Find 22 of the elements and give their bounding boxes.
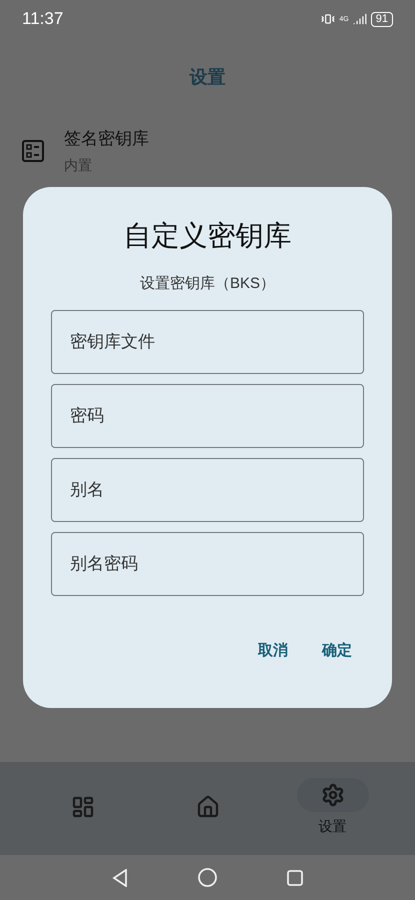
dialog-button[interactable]: 取消 [246,632,300,670]
back-icon[interactable] [112,868,128,886]
settings-icon [320,783,344,807]
input-field[interactable]: 别名 [51,458,364,522]
signal-icon [352,12,367,26]
recents-icon[interactable] [287,870,303,886]
input-field[interactable]: 密钥库文件 [51,310,364,374]
setting-value: 内置 [64,156,93,176]
home-icon [196,795,220,819]
input-field[interactable]: 别名密码 [51,532,364,596]
list-icon [22,140,44,162]
battery-level: 91 [370,12,393,26]
dialog-title: 自定义密钥库 [124,219,292,253]
dialog-button[interactable]: 确定 [310,632,364,670]
home-circle-icon[interactable] [198,868,217,887]
setting-title: 签名密钥库 [64,128,149,150]
app-title: 设置 [190,66,226,88]
vibrate-icon [321,12,336,26]
dialog-subtitle: 设置密钥库（BKS） [140,274,275,294]
input-field[interactable]: 密码 [51,384,364,448]
dashboard-icon [70,795,94,819]
status-time: 11:37 [22,8,64,30]
